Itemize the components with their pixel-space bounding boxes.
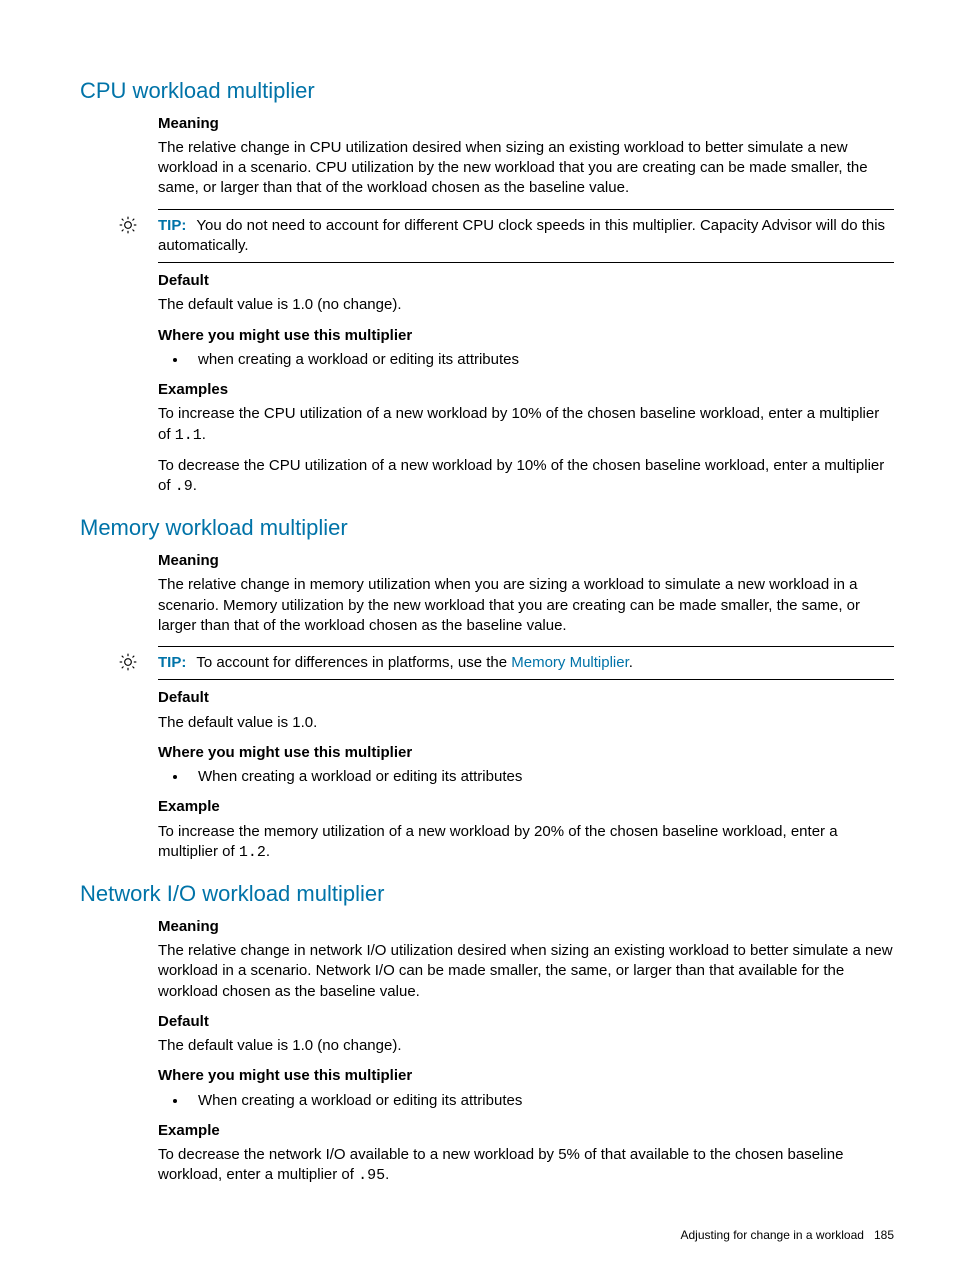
network-where-label: Where you might use this multiplier bbox=[158, 1066, 894, 1086]
memory-tip-block: TIP: To account for differences in platfo… bbox=[118, 646, 894, 680]
network-default-text: The default value is 1.0 (no change). bbox=[158, 1036, 894, 1056]
cpu-where-label: Where you might use this multiplier bbox=[158, 326, 894, 346]
memory-section-title: Memory workload multiplier bbox=[80, 513, 894, 543]
memory-meaning-label: Meaning bbox=[158, 551, 894, 571]
memory-tip-post: . bbox=[629, 654, 633, 671]
network-meaning-label: Meaning bbox=[158, 917, 894, 937]
page-footer: Adjusting for change in a workload 185 bbox=[80, 1227, 894, 1243]
memory-default-text: The default value is 1.0. bbox=[158, 713, 894, 733]
cpu-tip-label: TIP: bbox=[158, 217, 186, 234]
memory-tip-label: TIP: bbox=[158, 654, 186, 671]
memory-default-label: Default bbox=[158, 688, 894, 708]
memory-multiplier-link[interactable]: Memory Multiplier bbox=[511, 654, 629, 671]
network-default-label: Default bbox=[158, 1012, 894, 1032]
cpu-meaning-label: Meaning bbox=[158, 114, 894, 134]
cpu-meaning-text: The relative change in CPU utilization d… bbox=[158, 138, 894, 199]
network-meaning-text: The relative change in network I/O utili… bbox=[158, 941, 894, 1002]
cpu-tip-block: TIP:You do not need to account for diffe… bbox=[118, 209, 894, 264]
network-section-title: Network I/O workload multiplier bbox=[80, 879, 894, 909]
cpu-examples-label: Examples bbox=[158, 380, 894, 400]
network-where-item: When creating a workload or editing its … bbox=[188, 1091, 894, 1111]
cpu-example-increase: To increase the CPU utilization of a new… bbox=[158, 404, 894, 446]
cpu-default-label: Default bbox=[158, 271, 894, 291]
footer-page: 185 bbox=[874, 1228, 894, 1242]
cpu-default-text: The default value is 1.0 (no change). bbox=[158, 295, 894, 315]
cpu-where-item: when creating a workload or editing its … bbox=[188, 350, 894, 370]
cpu-example-decrease: To decrease the CPU utilization of a new… bbox=[158, 456, 894, 498]
memory-meaning-text: The relative change in memory utilizatio… bbox=[158, 575, 894, 636]
network-example-text: To decrease the network I/O available to… bbox=[158, 1145, 894, 1187]
memory-example-text: To increase the memory utilization of a … bbox=[158, 822, 894, 864]
memory-where-label: Where you might use this multiplier bbox=[158, 743, 894, 763]
footer-text: Adjusting for change in a workload bbox=[681, 1228, 864, 1242]
cpu-section-title: CPU workload multiplier bbox=[80, 76, 894, 106]
network-example-label: Example bbox=[158, 1121, 894, 1141]
tip-icon bbox=[118, 652, 158, 678]
memory-example-label: Example bbox=[158, 797, 894, 817]
memory-where-item: When creating a workload or editing its … bbox=[188, 767, 894, 787]
memory-tip-pre: To account for differences in platforms,… bbox=[196, 654, 511, 671]
tip-icon bbox=[118, 215, 158, 241]
cpu-tip-text: You do not need to account for different… bbox=[158, 217, 885, 254]
